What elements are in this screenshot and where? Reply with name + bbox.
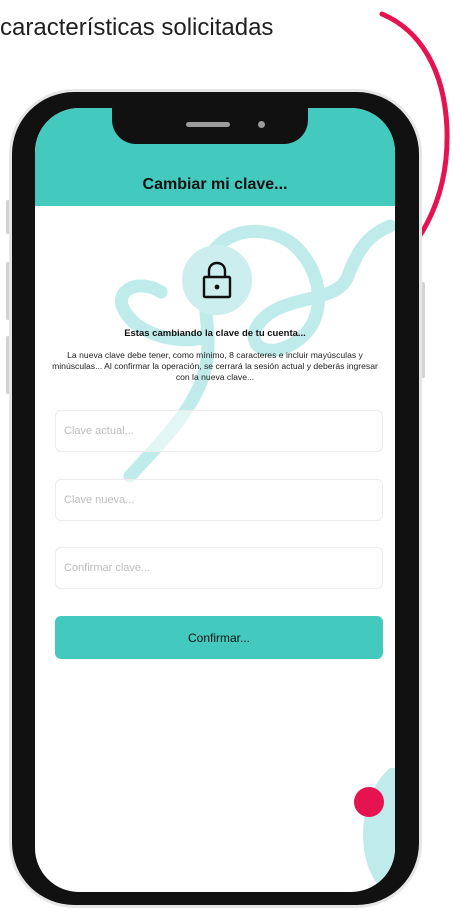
lock-badge — [182, 245, 252, 315]
phone-camera — [258, 121, 265, 128]
phone-notch — [112, 92, 308, 144]
decorative-dot — [354, 787, 384, 817]
caption-text: características solicitadas — [0, 14, 274, 41]
confirm-password-field[interactable] — [55, 547, 383, 589]
current-password-field[interactable] — [55, 410, 383, 452]
confirm-button[interactable]: Confirmar... — [55, 616, 383, 659]
lock-icon — [202, 261, 232, 299]
new-password-field[interactable] — [55, 479, 383, 521]
phone-power-button — [419, 282, 425, 378]
phone-speaker — [186, 122, 230, 127]
warning-heading: Estas cambiando la clave de tu cuenta... — [124, 328, 306, 339]
phone-screen: Cambiar mi clave... Estas cambiando la c… — [35, 108, 395, 892]
warning-description: La nueva clave debe tener, como mínimo, … — [52, 350, 378, 382]
